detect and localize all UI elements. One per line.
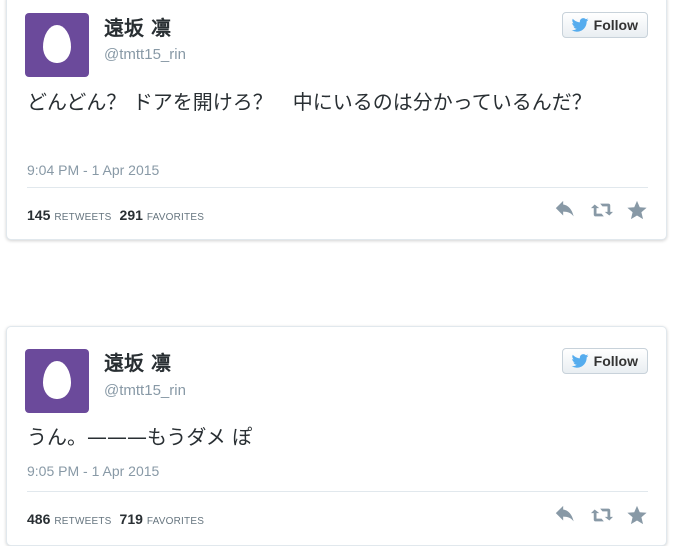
reply-icon[interactable] (554, 504, 576, 526)
retweets-label[interactable]: RETWEETS (54, 516, 111, 527)
user-display-name[interactable]: 遠坂 凛 (104, 347, 171, 376)
tweet-text: うん。———もうダメ ぽ (27, 425, 253, 449)
avatar[interactable] (25, 349, 89, 413)
user-handle[interactable]: @tmtt15_rin (104, 382, 186, 399)
tweet-timestamp[interactable]: 9:05 PM - 1 Apr 2015 (27, 463, 159, 479)
default-egg-icon (43, 361, 71, 399)
tweet-actions (554, 504, 648, 526)
favorite-count[interactable]: 719 (120, 511, 143, 527)
retweet-icon[interactable] (590, 504, 613, 526)
tweet-stats: 486 RETWEETS 719 FAVORITES (27, 511, 212, 527)
retweet-count[interactable]: 145 (27, 207, 50, 223)
twitter-bird-icon (571, 18, 589, 32)
tweet-actions (554, 199, 648, 221)
favorite-count[interactable]: 291 (120, 207, 143, 223)
retweets-label[interactable]: RETWEETS (54, 212, 111, 223)
follow-button[interactable]: Follow (561, 348, 648, 374)
follow-button-label: Follow (593, 17, 638, 33)
avatar[interactable] (25, 13, 89, 77)
default-egg-icon (43, 25, 71, 63)
tweet-card: 遠坂 凛 @tmtt15_rin Follow どんどん？ ドアを開けろ？ 中に… (6, 0, 667, 240)
tweet-card: 遠坂 凛 @tmtt15_rin Follow うん。———もうダメ ぽ 9:0… (6, 326, 667, 546)
follow-button-label: Follow (593, 353, 638, 369)
tweet-timestamp[interactable]: 9:04 PM - 1 Apr 2015 (27, 162, 159, 178)
favorites-label[interactable]: FAVORITES (147, 516, 204, 527)
retweet-icon[interactable] (590, 199, 613, 221)
favorites-label[interactable]: FAVORITES (147, 212, 204, 223)
tweet-text: どんどん？ ドアを開けろ？ 中にいるのは分かっているんだ？ (27, 90, 592, 114)
follow-button[interactable]: Follow (561, 12, 648, 38)
divider (27, 187, 648, 188)
favorite-icon[interactable] (626, 199, 648, 221)
divider (27, 491, 648, 492)
reply-icon[interactable] (554, 199, 576, 221)
user-handle[interactable]: @tmtt15_rin (104, 46, 186, 63)
user-display-name[interactable]: 遠坂 凛 (104, 12, 171, 41)
tweet-stats: 145 RETWEETS 291 FAVORITES (27, 207, 212, 223)
favorite-icon[interactable] (626, 504, 648, 526)
twitter-bird-icon (571, 354, 589, 368)
retweet-count[interactable]: 486 (27, 511, 50, 527)
